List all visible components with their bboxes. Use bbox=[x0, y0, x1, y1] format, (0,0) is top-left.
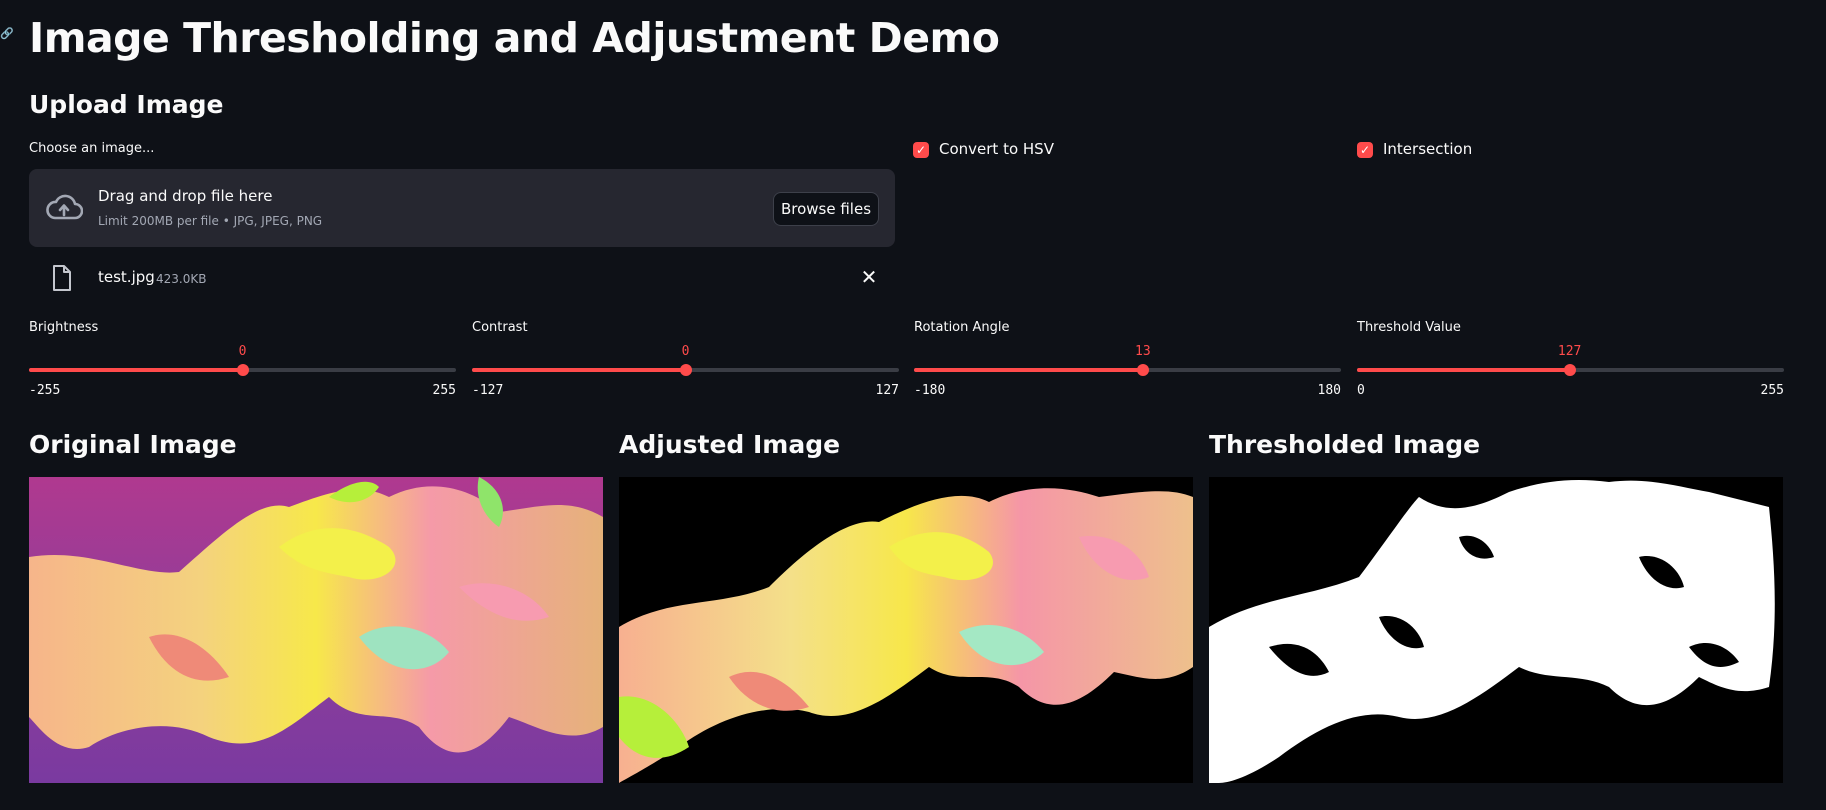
convert-hsv-checkbox[interactable]: ✓ bbox=[913, 142, 929, 158]
slider-max: 127 bbox=[875, 383, 899, 398]
browse-files-button[interactable]: Browse files bbox=[773, 192, 879, 226]
slider-fill bbox=[472, 368, 686, 372]
thresholded-image-header: Thresholded Image bbox=[1209, 430, 1481, 459]
threshold-value-slider[interactable]: Threshold Value 127 0 255 bbox=[1357, 320, 1784, 400]
rotation-angle-slider[interactable]: Rotation Angle 13 -180 180 bbox=[914, 320, 1341, 400]
uploaded-file-size: 423.0KB bbox=[156, 272, 207, 286]
uploader-label: Choose an image... bbox=[29, 141, 155, 156]
intersection-checkbox[interactable]: ✓ bbox=[1357, 142, 1373, 158]
dropzone-limit-text: Limit 200MB per file • JPG, JPEG, PNG bbox=[98, 214, 323, 228]
slider-min: -180 bbox=[914, 383, 946, 398]
slider-min: 0 bbox=[1357, 383, 1365, 398]
intersection-label: Intersection bbox=[1383, 140, 1473, 158]
slider-value: 0 bbox=[238, 344, 247, 359]
slider-fill bbox=[29, 368, 243, 372]
slider-thumb[interactable] bbox=[1563, 364, 1576, 376]
adjusted-image-header: Adjusted Image bbox=[619, 430, 841, 459]
slider-thumb[interactable] bbox=[236, 364, 249, 376]
slider-max: 180 bbox=[1317, 383, 1341, 398]
slider-value: 0 bbox=[681, 344, 690, 359]
slider-label: Contrast bbox=[472, 320, 528, 335]
slider-fill bbox=[1357, 368, 1570, 372]
slider-value: 127 bbox=[1557, 344, 1582, 359]
brightness-slider[interactable]: Brightness 0 -255 255 bbox=[29, 320, 456, 400]
cloud-upload-icon bbox=[46, 194, 83, 220]
slider-thumb[interactable] bbox=[1136, 364, 1149, 376]
adjusted-image bbox=[619, 477, 1193, 783]
file-icon bbox=[53, 265, 71, 291]
uploaded-file-name: test.jpg bbox=[98, 268, 155, 286]
slider-fill bbox=[914, 368, 1143, 372]
slider-min: -255 bbox=[29, 383, 61, 398]
app-page: 🔗 Image Thresholding and Adjustment Demo… bbox=[0, 0, 1826, 810]
file-dropzone[interactable]: Drag and drop file here Limit 200MB per … bbox=[29, 169, 895, 247]
thresholded-image bbox=[1209, 477, 1783, 783]
upload-header: Upload Image bbox=[29, 90, 224, 119]
dropzone-title: Drag and drop file here bbox=[98, 187, 273, 205]
slider-max: 255 bbox=[1760, 383, 1784, 398]
original-image-header: Original Image bbox=[29, 430, 237, 459]
slider-label: Threshold Value bbox=[1357, 320, 1461, 335]
slider-max: 255 bbox=[432, 383, 456, 398]
contrast-slider[interactable]: Contrast 0 -127 127 bbox=[472, 320, 899, 400]
convert-hsv-label: Convert to HSV bbox=[939, 140, 1054, 158]
slider-label: Brightness bbox=[29, 320, 99, 335]
slider-value: 13 bbox=[1135, 344, 1151, 359]
page-title: Image Thresholding and Adjustment Demo bbox=[29, 14, 1000, 62]
link-icon: 🔗 bbox=[0, 27, 14, 40]
original-image bbox=[29, 477, 603, 783]
remove-file-close-icon[interactable]: ✕ bbox=[858, 266, 880, 288]
slider-thumb[interactable] bbox=[679, 364, 692, 376]
slider-min: -127 bbox=[472, 383, 504, 398]
slider-label: Rotation Angle bbox=[914, 320, 1010, 335]
